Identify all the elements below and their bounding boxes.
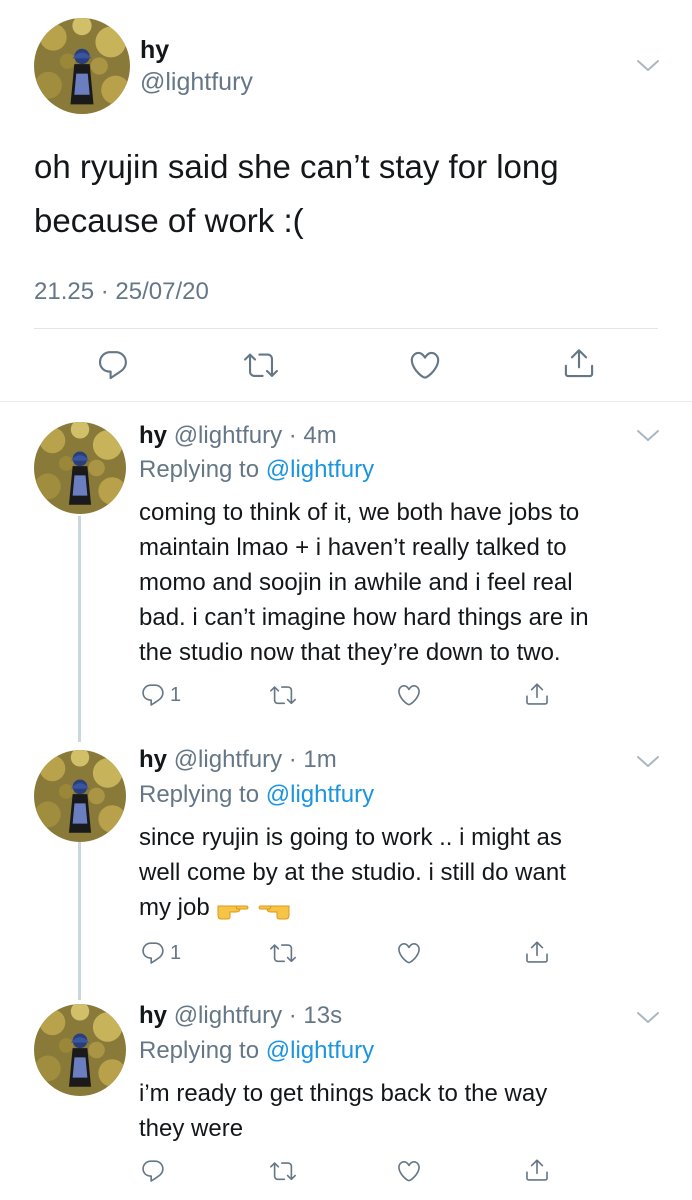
tweet-header: hy @lightfury · 4m bbox=[139, 422, 337, 450]
like-icon bbox=[396, 1158, 422, 1184]
like-icon bbox=[396, 682, 422, 708]
tweet-text-line: coming to think of it, we both have jobs… bbox=[139, 499, 580, 526]
tweet-text-line-content: my job bbox=[139, 894, 210, 921]
share-button[interactable] bbox=[524, 1157, 550, 1183]
reply-tweet[interactable]: hy @lightfury · 13s Replying to @lightfu… bbox=[0, 990, 692, 1200]
replying-to: Replying to @lightfury bbox=[139, 1037, 374, 1065]
like-button[interactable] bbox=[396, 1158, 422, 1184]
handle-and-time[interactable]: @lightfury · 1m bbox=[174, 746, 337, 773]
retweet-icon bbox=[270, 682, 296, 708]
tweet-header: hy @lightfury · 1m bbox=[139, 746, 337, 774]
retweet-icon bbox=[270, 940, 296, 966]
mention-link[interactable]: @lightfury bbox=[266, 1037, 374, 1064]
reply-count: 1 bbox=[170, 941, 182, 964]
display-name[interactable]: hy bbox=[139, 746, 167, 773]
chevron-down-icon[interactable] bbox=[636, 56, 660, 76]
replying-to-label: Replying to bbox=[139, 781, 266, 808]
share-icon bbox=[524, 1157, 550, 1183]
pointing-left-hand-emoji bbox=[258, 905, 290, 920]
reply-icon bbox=[140, 682, 166, 708]
chevron-down-icon[interactable] bbox=[636, 752, 660, 772]
tweet-text: coming to think of it, we both have jobs… bbox=[139, 495, 669, 670]
avatar[interactable] bbox=[34, 18, 130, 114]
retweet-icon bbox=[270, 1158, 296, 1184]
like-icon bbox=[408, 348, 442, 382]
tweet-text-line: because of work :( bbox=[34, 202, 304, 239]
reply-icon bbox=[140, 940, 166, 966]
tweet-text: since ryujin is going to work .. i might… bbox=[139, 820, 669, 925]
like-button[interactable] bbox=[408, 348, 442, 382]
chevron-down-icon[interactable] bbox=[636, 426, 660, 446]
tweet-text-line: they were bbox=[139, 1115, 244, 1142]
action-bar: 1 bbox=[126, 936, 576, 976]
action-bar bbox=[126, 1154, 576, 1194]
share-button[interactable] bbox=[524, 939, 550, 965]
tweet-text-line: i’m ready to get things back to the way bbox=[139, 1080, 548, 1107]
timestamp[interactable]: 21.25 · 25/07/20 bbox=[34, 278, 209, 306]
action-bar: 1 bbox=[126, 678, 576, 718]
retweet-button[interactable] bbox=[244, 348, 278, 382]
avatar[interactable] bbox=[34, 1004, 126, 1096]
tweet-text-line: bad. i can’t imagine how hard things are… bbox=[139, 604, 589, 631]
tweet-header: hy @lightfury · 13s bbox=[139, 1002, 342, 1030]
reply-button[interactable] bbox=[140, 1158, 170, 1184]
share-icon bbox=[524, 939, 550, 965]
display-name[interactable]: hy bbox=[140, 36, 169, 65]
retweet-button[interactable] bbox=[270, 1158, 296, 1184]
share-icon bbox=[562, 346, 596, 380]
tweet-text: oh ryujin said she can’t stay for long b… bbox=[34, 140, 654, 248]
handle[interactable]: @lightfury bbox=[140, 68, 253, 97]
mention-link[interactable]: @lightfury bbox=[266, 456, 374, 483]
tweet-text: i’m ready to get things back to the way … bbox=[139, 1076, 669, 1146]
retweet-button[interactable] bbox=[270, 682, 296, 708]
divider bbox=[34, 328, 658, 329]
reply-button[interactable]: 1 bbox=[140, 940, 181, 966]
reply-icon bbox=[96, 348, 130, 382]
reply-tweet[interactable]: hy @lightfury · 1m Replying to @lightfur… bbox=[0, 732, 692, 990]
tweet-text-line: momo and soojin in awhile and i feel rea… bbox=[139, 569, 573, 596]
avatar[interactable] bbox=[34, 422, 126, 514]
mention-link[interactable]: @lightfury bbox=[266, 781, 374, 808]
reply-button[interactable] bbox=[96, 348, 130, 382]
action-bar bbox=[0, 340, 692, 396]
tweet-text-line: since ryujin is going to work .. i might… bbox=[139, 824, 562, 851]
handle-and-time[interactable]: @lightfury · 4m bbox=[174, 422, 337, 449]
replying-to-label: Replying to bbox=[139, 1037, 266, 1064]
replying-to: Replying to @lightfury bbox=[139, 781, 374, 809]
tweet-text-line: maintain lmao + i haven’t really talked … bbox=[139, 534, 567, 561]
share-button[interactable] bbox=[562, 346, 596, 380]
tweet-text-line: the studio now that they’re down to two. bbox=[139, 639, 561, 666]
share-icon bbox=[524, 681, 550, 707]
share-button[interactable] bbox=[524, 681, 550, 707]
replying-to-label: Replying to bbox=[139, 456, 266, 483]
handle-and-time[interactable]: @lightfury · 13s bbox=[174, 1002, 342, 1029]
chevron-down-icon[interactable] bbox=[636, 1008, 660, 1028]
tweet-text-line: oh ryujin said she can’t stay for long bbox=[34, 148, 559, 185]
tweet-text-line: well come by at the studio. i still do w… bbox=[139, 859, 566, 886]
tweet-text-line: my job bbox=[139, 890, 669, 925]
reply-button[interactable]: 1 bbox=[140, 682, 181, 708]
pointing-right-hand-emoji bbox=[217, 905, 249, 920]
reply-icon bbox=[140, 1158, 166, 1184]
like-button[interactable] bbox=[396, 682, 422, 708]
tweet-thread: hy @lightfury oh ryujin said she can’t s… bbox=[0, 0, 692, 1200]
reply-count: 1 bbox=[170, 683, 182, 706]
display-name[interactable]: hy bbox=[139, 422, 167, 449]
retweet-icon bbox=[244, 348, 278, 382]
replying-to: Replying to @lightfury bbox=[139, 456, 374, 484]
like-icon bbox=[396, 940, 422, 966]
avatar[interactable] bbox=[34, 750, 126, 842]
like-button[interactable] bbox=[396, 940, 422, 966]
reply-tweet[interactable]: hy @lightfury · 4m Replying to @lightfur… bbox=[0, 402, 692, 732]
main-tweet[interactable]: hy @lightfury oh ryujin said she can’t s… bbox=[0, 0, 692, 402]
display-name[interactable]: hy bbox=[139, 1002, 167, 1029]
retweet-button[interactable] bbox=[270, 940, 296, 966]
